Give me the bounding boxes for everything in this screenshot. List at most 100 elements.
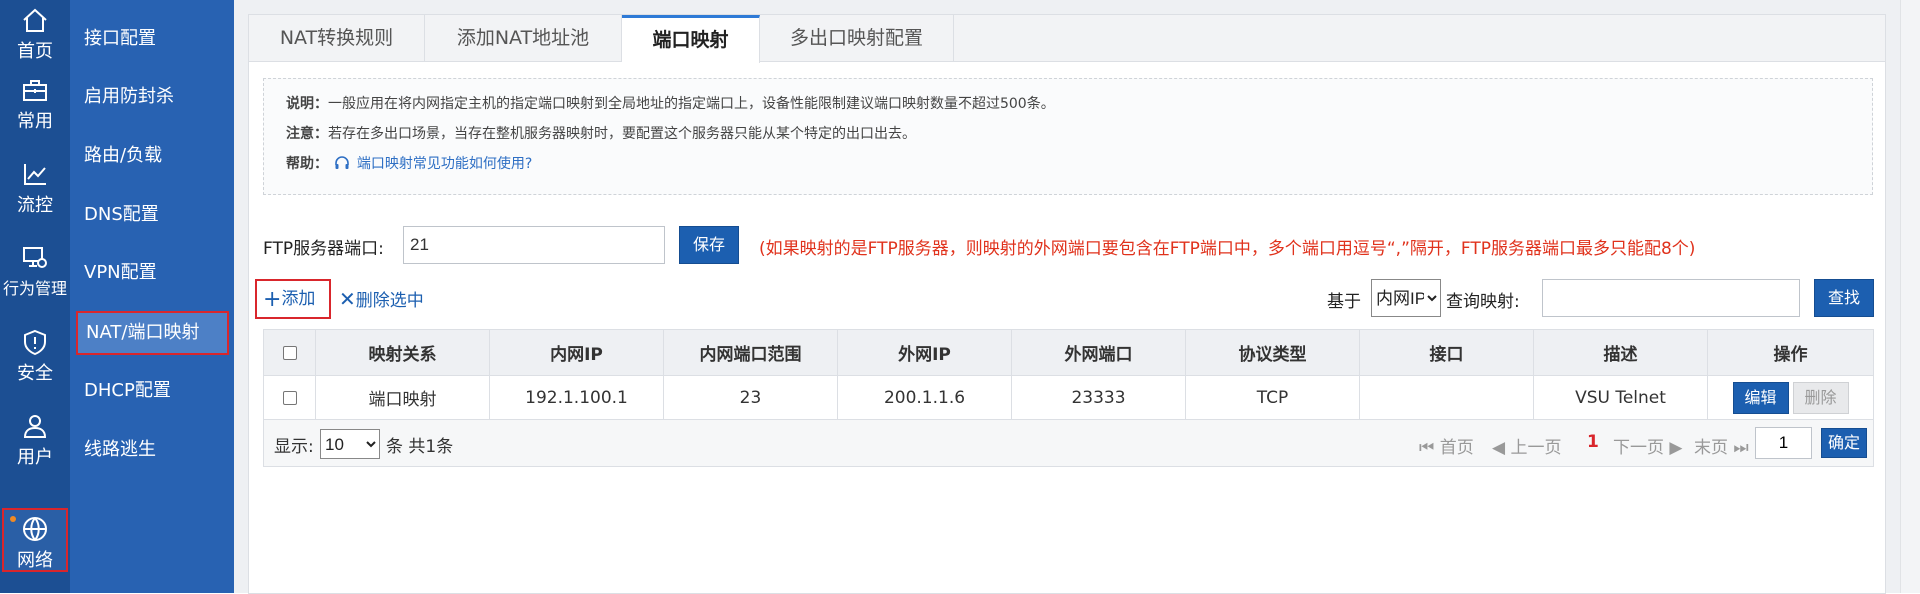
rail-label-flow: 流控 bbox=[17, 195, 53, 216]
first-page-label: 首页 bbox=[1439, 438, 1474, 458]
notice-desc-row: 说明：一般应用在将内网指定主机的指定端口映射到全局地址的指定端口上，设备性能限制… bbox=[286, 94, 1055, 114]
prev-page-icon: ◀ bbox=[1492, 438, 1506, 458]
edit-button[interactable]: 编辑 bbox=[1732, 381, 1789, 414]
ftp-save-button[interactable]: 保存 bbox=[679, 226, 739, 264]
header-select-all[interactable] bbox=[263, 329, 316, 376]
help-link[interactable]: 端口映射常见功能如何使用? bbox=[357, 156, 532, 172]
monitor-gear-icon bbox=[23, 247, 47, 268]
cell-outer-ip: 200.1.1.6 bbox=[837, 375, 1012, 420]
last-page-icon: ⏭ bbox=[1733, 438, 1749, 458]
based-on-select[interactable]: 内网IP bbox=[1371, 279, 1441, 317]
notice-note-label: 注意： bbox=[286, 126, 328, 142]
total-count: 条 共1条 bbox=[386, 437, 454, 457]
network-globe-icon bbox=[23, 517, 47, 541]
tab-port-mapping[interactable]: 端口映射 bbox=[622, 15, 760, 63]
menu-item-dhcp[interactable]: DHCP配置 bbox=[70, 366, 234, 416]
first-page-icon: ⏮ bbox=[1419, 438, 1435, 458]
ftp-port-input[interactable] bbox=[403, 226, 665, 264]
delete-selected-button[interactable]: ✕删除选中 bbox=[339, 279, 424, 319]
menu-item-routing[interactable]: 路由/负载 bbox=[70, 131, 234, 181]
chart-icon bbox=[24, 164, 46, 185]
delete-selected-label: 删除选中 bbox=[355, 291, 424, 311]
row-checkbox[interactable] bbox=[282, 390, 297, 405]
menu-item-anti-block[interactable]: 启用防封杀 bbox=[70, 72, 234, 122]
notice-desc-text: 一般应用在将内网指定主机的指定端口映射到全局地址的指定端口上，设备性能限制建议端… bbox=[328, 96, 1055, 112]
rail-label-user: 用户 bbox=[17, 447, 53, 468]
rail-item-behavior[interactable]: 行为管理 bbox=[0, 238, 70, 316]
query-input[interactable] bbox=[1542, 279, 1800, 317]
toolbox-icon bbox=[23, 80, 47, 101]
cell-relation: 端口映射 bbox=[315, 375, 490, 420]
header-actions: 操作 bbox=[1707, 329, 1874, 376]
notice-help-row: 帮助： 端口映射常见功能如何使用? bbox=[286, 154, 532, 174]
tab-multi-exit-mapping[interactable]: 多出口映射配置 bbox=[760, 15, 954, 62]
rail-label-behavior: 行为管理 bbox=[2, 279, 67, 298]
menu-item-line-escape[interactable]: 线路逃生 bbox=[70, 425, 234, 475]
rail-label-network: 网络 bbox=[17, 550, 53, 571]
search-button[interactable]: 查找 bbox=[1814, 279, 1874, 317]
tab-nat-rules[interactable]: NAT转换规则 bbox=[249, 15, 425, 62]
header-outer-ip: 外网IP bbox=[837, 329, 1012, 376]
header-inner-ip: 内网IP bbox=[489, 329, 664, 376]
header-protocol: 协议类型 bbox=[1185, 329, 1360, 376]
ftp-tip: (如果映射的是FTP服务器，则映射的外网端口要包含在FTP端口中，多个端口用逗号… bbox=[759, 239, 1696, 259]
plus-icon: + bbox=[263, 287, 282, 312]
cell-description: VSU Telnet bbox=[1533, 375, 1708, 420]
tab-add-nat-pool[interactable]: 添加NAT地址池 bbox=[425, 15, 622, 62]
header-description: 描述 bbox=[1533, 329, 1708, 376]
home-icon bbox=[23, 8, 47, 32]
rail-item-common[interactable]: 常用 bbox=[0, 70, 70, 148]
page-size-label: 显示: bbox=[274, 437, 314, 457]
mapping-table: 映射关系 内网IP 内网端口范围 外网IP 外网端口 协议类型 接口 描述 操作… bbox=[263, 329, 1874, 420]
menu-item-dns[interactable]: DNS配置 bbox=[70, 190, 234, 240]
rail-item-home[interactable]: 首页 bbox=[0, 0, 70, 78]
page-size-select[interactable]: 10 bbox=[320, 429, 380, 459]
next-page-icon: ▶ bbox=[1669, 438, 1683, 458]
pagination-bar: 显示: 10 条 共1条 ⏮ 首页 ◀ 上一页 1 下一页 ▶ 末页 ⏭ 确定 bbox=[263, 419, 1874, 467]
add-label: 添加 bbox=[281, 289, 316, 309]
header-outer-port: 外网端口 bbox=[1011, 329, 1186, 376]
main-area: NAT转换规则 添加NAT地址池 端口映射 多出口映射配置 说明：一般应用在将内… bbox=[234, 0, 1920, 594]
cell-inner-ip: 192.1.100.1 bbox=[489, 375, 664, 420]
menu-item-vpn[interactable]: VPN配置 bbox=[70, 248, 234, 298]
header-inner-port: 内网端口范围 bbox=[663, 329, 838, 376]
shield-icon bbox=[24, 329, 46, 356]
notice-note-row: 注意：若存在多出口场景，当存在整机服务器映射时，要配置这个服务器只能从某个特定的… bbox=[286, 124, 916, 144]
ftp-port-label: FTP服务器端口: bbox=[263, 239, 384, 259]
header-relation: 映射关系 bbox=[315, 329, 490, 376]
notice-box: 说明：一般应用在将内网指定主机的指定端口映射到全局地址的指定端口上，设备性能限制… bbox=[263, 78, 1873, 195]
header-interface: 接口 bbox=[1359, 329, 1534, 376]
select-all-checkbox[interactable] bbox=[282, 345, 297, 360]
first-page-button[interactable]: ⏮ 首页 bbox=[1419, 433, 1474, 458]
rail-item-network[interactable]: 网络 bbox=[2, 508, 68, 572]
based-on-label: 基于 bbox=[1327, 292, 1361, 312]
cell-outer-port: 23333 bbox=[1011, 375, 1186, 420]
cell-interface bbox=[1359, 375, 1534, 420]
content-panel: NAT转换规则 添加NAT地址池 端口映射 多出口映射配置 说明：一般应用在将内… bbox=[248, 14, 1886, 594]
rail-item-user[interactable]: 用户 bbox=[0, 406, 70, 484]
prev-page-button[interactable]: ◀ 上一页 bbox=[1492, 433, 1561, 458]
headset-icon bbox=[335, 156, 350, 169]
add-button[interactable]: +添加 bbox=[255, 279, 331, 319]
delete-row-button[interactable]: 删除 bbox=[1792, 381, 1849, 414]
next-page-label: 下一页 bbox=[1613, 438, 1664, 458]
notice-desc-label: 说明： bbox=[286, 96, 328, 112]
user-icon bbox=[23, 415, 47, 438]
goto-confirm-button[interactable]: 确定 bbox=[1821, 428, 1867, 458]
next-page-button[interactable]: 下一页 ▶ bbox=[1613, 433, 1682, 458]
scrollbar[interactable] bbox=[1900, 0, 1920, 593]
row-select[interactable] bbox=[263, 375, 316, 420]
goto-page-input[interactable] bbox=[1755, 427, 1812, 459]
menu-item-interface[interactable]: 接口配置 bbox=[70, 14, 234, 64]
cell-inner-port: 23 bbox=[663, 375, 838, 420]
prev-page-label: 上一页 bbox=[1510, 438, 1562, 458]
menu-item-nat[interactable]: NAT/端口映射 bbox=[76, 311, 229, 355]
table-header-row: 映射关系 内网IP 内网端口范围 外网IP 外网端口 协议类型 接口 描述 操作 bbox=[263, 329, 1874, 376]
cell-protocol: TCP bbox=[1185, 375, 1360, 420]
tab-bar: NAT转换规则 添加NAT地址池 端口映射 多出口映射配置 bbox=[249, 15, 1885, 63]
last-page-button[interactable]: 末页 ⏭ bbox=[1694, 433, 1749, 458]
close-icon: ✕ bbox=[339, 287, 356, 311]
rail-item-flow[interactable]: 流控 bbox=[0, 154, 70, 232]
current-page: 1 bbox=[1587, 432, 1599, 452]
rail-item-security[interactable]: 安全 bbox=[0, 322, 70, 400]
